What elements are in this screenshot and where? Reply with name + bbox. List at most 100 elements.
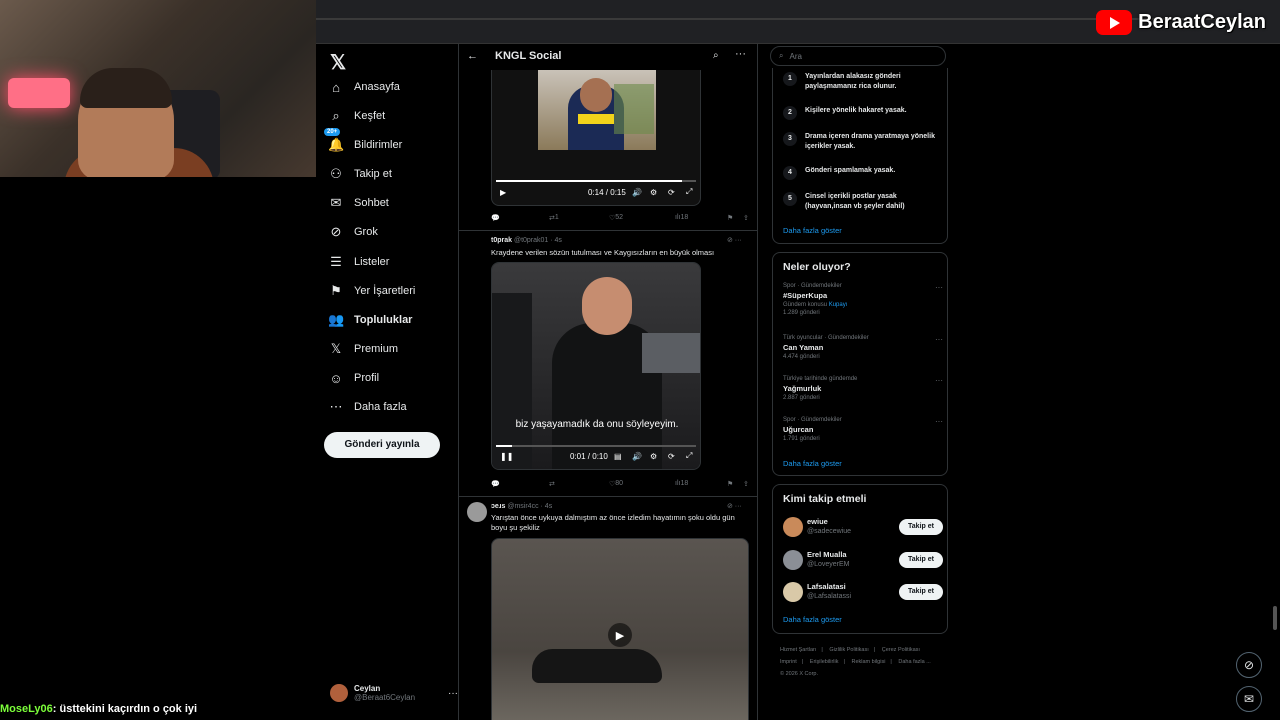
video-player[interactable]: ▶ [491, 538, 749, 720]
more-horizontal-icon[interactable]: ··· [935, 283, 943, 292]
notification-badge: 20+ [324, 128, 341, 136]
nav-item-notifications[interactable]: 🔔 20+ Bildirimler [324, 128, 402, 158]
more-horizontal-icon[interactable]: ··· [448, 688, 458, 699]
share-icon[interactable]: ⇪ [743, 480, 749, 488]
fullscreen-icon[interactable]: ⤢ [686, 451, 692, 461]
grok-icon[interactable]: ⊘ [1236, 652, 1262, 678]
trend-item[interactable]: Spor · Gündemdekiler Uğurcan 1.791 gönde… [783, 417, 943, 442]
webcam-feed [0, 0, 316, 177]
more-horizontal-icon[interactable]: ··· [735, 48, 746, 60]
suggestion-item[interactable]: ewiue @sadecewiue Takip et [783, 515, 943, 539]
brand-name: BeraatCeylan [1138, 10, 1266, 33]
nav-item-lists[interactable]: ☰ Listeler [328, 249, 389, 275]
video-player[interactable]: ▶ 0:14 / 0:15 🔊 ⚙ ⟳ ⤢ [491, 70, 701, 206]
fullscreen-icon[interactable]: ⤢ [686, 187, 692, 197]
more-horizontal-icon[interactable]: ··· [935, 335, 943, 344]
suggestion-item[interactable]: Lafsalatasi @Lafsalatassi Takip et [783, 580, 943, 604]
nav-item-premium[interactable]: 𝕏 Premium [328, 336, 398, 362]
account-handle: @Beraat6Ceylan [354, 693, 416, 702]
nav-item-follow[interactable]: ⚇ Takip et [328, 161, 392, 187]
grok-icon: ⊘ [330, 224, 342, 239]
nav-item-bookmarks[interactable]: ⚑ Yer İşaretleri [328, 278, 415, 304]
retweet-button[interactable]: ⇄ 1 [549, 214, 559, 222]
loop-icon[interactable]: ⟳ [668, 188, 675, 197]
reply-icon[interactable]: 💬 [491, 214, 500, 222]
rule-item: 3 Drama içeren drama yaratmaya yönelik iç… [783, 132, 943, 151]
play-icon[interactable]: ▶ [500, 188, 506, 197]
like-button[interactable]: ♡ 52 [609, 214, 623, 222]
show-more-link[interactable]: Daha fazla göster [783, 615, 842, 624]
pause-icon[interactable]: ❚❚ [500, 452, 513, 461]
nav-item-grok[interactable]: ⊘ Grok [328, 219, 378, 245]
video-player[interactable]: biz yaşayamadık da onu söyleyeyim. ❚❚ 0:… [491, 262, 701, 470]
tweet-handle: @msir4cc · 4s [507, 503, 553, 510]
trend-item[interactable]: Spor · Gündemdekiler #SüperKupa Gündem k… [783, 283, 943, 316]
back-arrow-icon[interactable]: ← [467, 50, 478, 62]
avatar[interactable] [467, 502, 487, 522]
right-sidebar: ⌕ 1Yayınlardan alakasız gönderi paylaşma… [770, 44, 950, 720]
volume-icon[interactable]: 🔊 [632, 452, 642, 461]
loop-icon[interactable]: ⟳ [668, 452, 675, 461]
follow-button[interactable]: Takip et [899, 584, 943, 600]
tweet-actions: 💬 ⇄ 1 ♡ 52 ılı 18 ⚑ ⇪ [491, 214, 753, 226]
youtube-icon [1096, 9, 1133, 35]
profile-icon: ☺ [329, 370, 343, 386]
views-count: ılı 18 [675, 480, 689, 487]
nav-item-explore[interactable]: ⌕ Keşfet [328, 103, 385, 129]
video-time: 0:01 / 0:10 [570, 451, 608, 461]
nav-item-home[interactable]: ⌂ Anasayfa [328, 74, 400, 100]
chat-text: : üsttekini kaçırdın o çok iyi [52, 703, 198, 715]
messages-icon[interactable]: ✉ [1236, 686, 1262, 712]
follow-button[interactable]: Takip et [899, 552, 943, 568]
nav-item-profile[interactable]: ☺ Profil [328, 365, 379, 391]
trends-panel: Neler oluyor? Spor · Gündemdekiler #Süpe… [772, 252, 948, 476]
nav-item-more[interactable]: ⋯ Daha fazla [328, 394, 407, 420]
like-button[interactable]: ♡ 80 [609, 480, 623, 488]
post-button[interactable]: Gönderi yayınla [324, 432, 440, 458]
tweet-menu[interactable]: ⊘ ··· [727, 502, 742, 510]
settings-icon[interactable]: ⚙ [650, 188, 657, 197]
avatar [783, 550, 803, 570]
settings-icon[interactable]: ⚙ [650, 452, 657, 461]
show-more-link[interactable]: Daha fazla göster [783, 226, 842, 235]
communities-icon: 👥 [328, 312, 345, 327]
avatar [783, 517, 803, 537]
show-more-link[interactable]: Daha fazla göster [783, 459, 842, 468]
trend-item[interactable]: Türk oyuncular · Gündemdekiler Can Yaman… [783, 335, 943, 360]
tweet-handle: @t0prak01 · 4s [513, 237, 562, 244]
streamer-brand: BeraatCeylan [1096, 8, 1266, 36]
search-input[interactable] [789, 51, 930, 61]
avatar [783, 582, 803, 602]
search-icon[interactable]: ⌕ [713, 50, 719, 61]
suggestion-item[interactable]: Erel Mualla @LoveyerEM Takip et [783, 548, 943, 572]
scrollbar[interactable] [1273, 606, 1277, 630]
more-horizontal-icon[interactable]: ··· [935, 376, 943, 385]
trend-item[interactable]: Türkiye tarihinde gündemde Yağmurluk 2.8… [783, 376, 943, 401]
page-title: KNGL Social [495, 50, 562, 62]
views-count: ılı 18 [675, 214, 689, 221]
video-caption: biz yaşayamadık da onu söyleyeyim. [515, 419, 679, 430]
bookmark-icon[interactable]: ⚑ [727, 214, 733, 222]
nav-item-communities[interactable]: 👥 Topluluklar [328, 307, 412, 333]
captions-icon[interactable]: ▤ [614, 452, 622, 461]
play-icon[interactable]: ▶ [608, 623, 632, 647]
search-field[interactable]: ⌕ [770, 46, 946, 66]
reply-icon[interactable]: 💬 [491, 480, 500, 488]
more-circle-icon: ⋯ [329, 399, 343, 414]
rule-item: 4 Gönderi spamlamak yasak. [783, 166, 943, 180]
nav-item-chat[interactable]: ✉ Sohbet [328, 190, 389, 216]
tweet-header: ɔeɹs @msir4cc · 4s [491, 503, 552, 510]
share-icon[interactable]: ⇪ [743, 214, 749, 222]
volume-icon[interactable]: 🔊 [632, 188, 642, 197]
tweet-menu[interactable]: ⊘ ··· [727, 236, 742, 244]
more-horizontal-icon[interactable]: ··· [935, 417, 943, 426]
follow-button[interactable]: Takip et [899, 519, 943, 535]
tweet-author: t0prak [491, 237, 513, 244]
retweet-button[interactable]: ⇄ [549, 480, 555, 488]
list-icon: ☰ [330, 254, 342, 269]
bookmark-icon[interactable]: ⚑ [727, 480, 733, 488]
search-icon: ⌕ [779, 51, 784, 60]
rule-item: 5 Cinsel içerikli postlar yasak (hayvan,i… [783, 192, 943, 211]
account-switcher[interactable]: Ceylan @Beraat6Ceylan ··· [330, 684, 458, 702]
x-logo-icon[interactable]: 𝕏 [330, 50, 346, 75]
